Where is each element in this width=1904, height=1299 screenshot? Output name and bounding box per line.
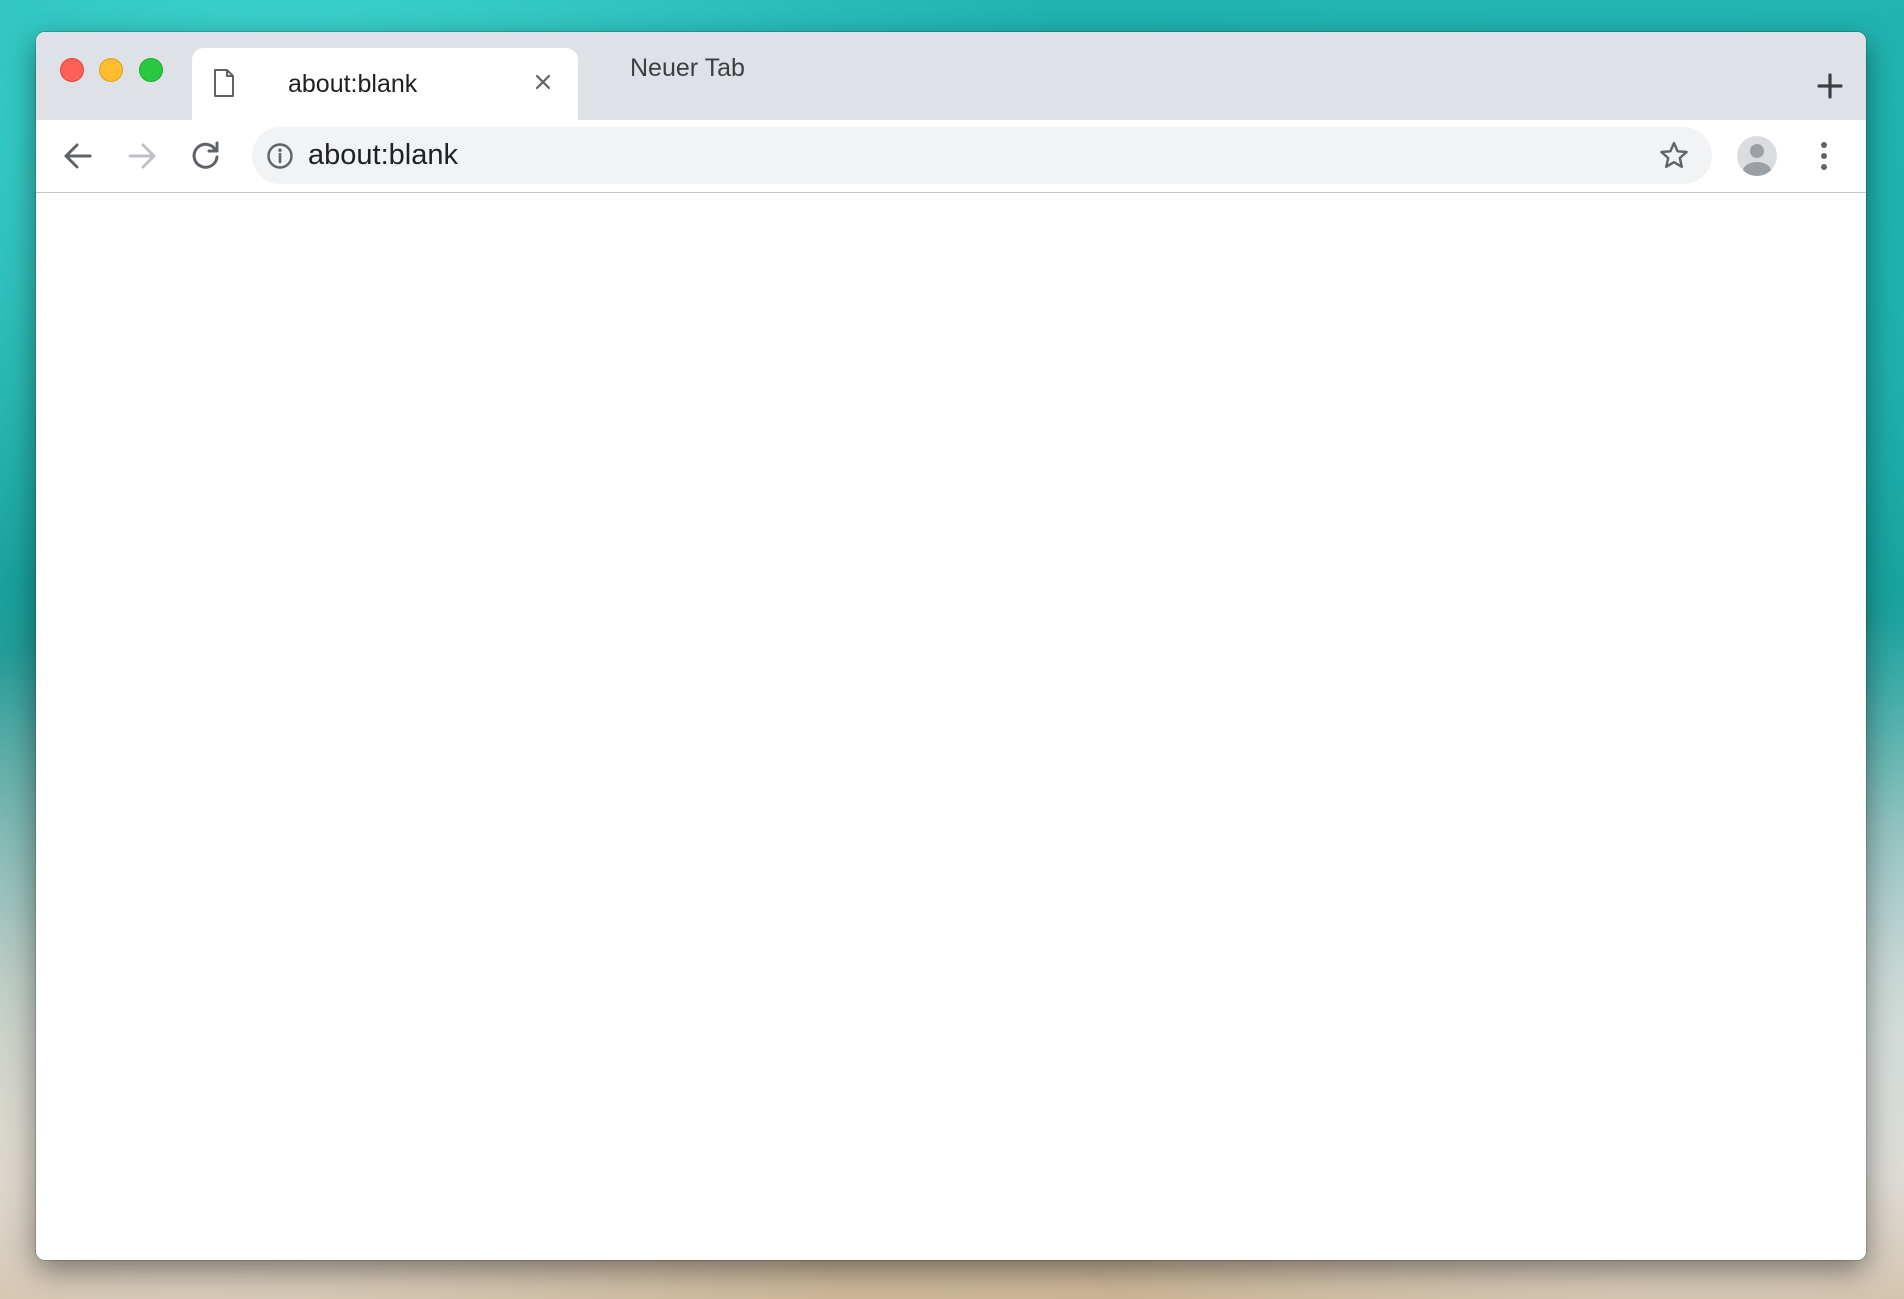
back-button[interactable] — [58, 136, 98, 176]
info-icon[interactable] — [266, 142, 294, 170]
tab-title: about:blank — [288, 70, 418, 98]
new-tab-button[interactable] — [1814, 70, 1846, 102]
browser-window: about:blank Neuer Tab — [36, 32, 1866, 1260]
tab-neuer-tab[interactable]: Neuer Tab — [592, 54, 852, 98]
omnibox[interactable] — [252, 127, 1712, 184]
tab-title: Neuer Tab — [630, 54, 745, 82]
page-content — [36, 193, 1866, 1260]
page-icon — [212, 68, 236, 98]
menu-button[interactable] — [1806, 135, 1842, 177]
forward-button[interactable] — [122, 136, 162, 176]
reload-button[interactable] — [186, 136, 226, 176]
avatar-icon — [1736, 135, 1778, 177]
close-icon[interactable] — [530, 69, 556, 95]
window-minimize-button[interactable] — [99, 58, 123, 82]
toolbar — [36, 120, 1866, 193]
tab-strip: about:blank Neuer Tab — [36, 32, 1866, 120]
reload-icon — [186, 136, 226, 176]
url-input[interactable] — [308, 137, 1608, 173]
kebab-menu-icon — [1806, 135, 1842, 177]
arrow-left-icon — [58, 136, 98, 176]
window-maximize-button[interactable] — [139, 58, 163, 82]
tab-about-blank[interactable]: about:blank — [192, 48, 578, 120]
window-close-button[interactable] — [60, 58, 84, 82]
plus-icon — [1814, 70, 1846, 102]
arrow-right-icon — [122, 136, 162, 176]
star-icon[interactable] — [1657, 139, 1691, 173]
profile-button[interactable] — [1736, 135, 1778, 177]
